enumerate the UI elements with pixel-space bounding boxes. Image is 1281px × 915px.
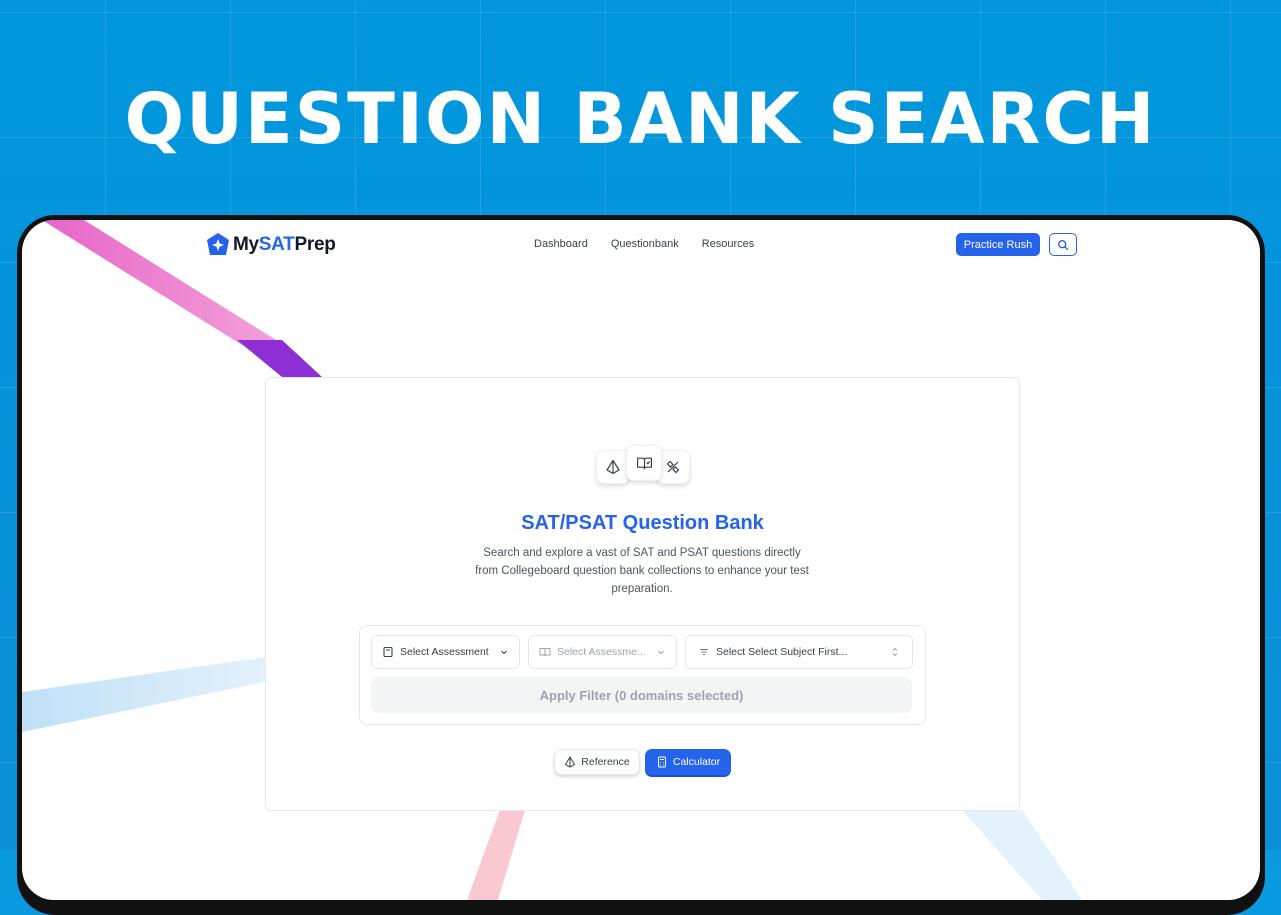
pyramid-icon <box>565 756 576 768</box>
book-check-icon <box>636 457 652 469</box>
pyramid-icon <box>606 459 620 475</box>
chevrons-up-down-icon <box>892 647 898 657</box>
question-bank-card: SAT/PSAT Question Bank Search and explor… <box>265 377 1020 811</box>
book-tile <box>626 445 662 481</box>
pyramid-tile <box>596 450 630 484</box>
app-screen: MySATPrep Dashboard Questionbank Resourc… <box>22 220 1260 900</box>
calculator-button[interactable]: Calculator <box>645 749 731 775</box>
subject-select-label: Select Assessme... <box>557 646 646 658</box>
apply-filter-button[interactable]: Apply Filter (0 domains selected) <box>371 677 912 713</box>
nav-link-dashboard[interactable]: Dashboard <box>534 238 588 250</box>
site-logo[interactable]: MySATPrep <box>205 232 336 258</box>
logo-text: MySATPrep <box>233 234 336 255</box>
search-button[interactable] <box>1049 233 1077 256</box>
logo-icon <box>207 233 229 255</box>
search-icon <box>1057 239 1069 250</box>
calculator-icon <box>657 756 666 768</box>
card-title: SAT/PSAT Question Bank <box>521 512 764 534</box>
chevron-down-icon <box>501 650 507 655</box>
notebook-icon <box>383 646 393 658</box>
practice-rush-button[interactable]: Practice Rush <box>956 233 1040 256</box>
filter-panel: Select Assessment Select Assessme... Sel… <box>359 625 926 725</box>
subject-select[interactable]: Select Assessme... <box>528 635 677 669</box>
top-navbar: MySATPrep Dashboard Questionbank Resourc… <box>22 220 1260 270</box>
domain-select[interactable]: Select Select Subject First... <box>685 635 913 669</box>
assessment-select[interactable]: Select Assessment <box>371 635 520 669</box>
chevron-down-icon <box>658 650 664 655</box>
assessment-select-label: Select Assessment <box>400 646 489 658</box>
reference-button[interactable]: Reference <box>554 749 640 775</box>
tools-icon <box>666 460 680 474</box>
nav-link-questionbank[interactable]: Questionbank <box>611 238 679 250</box>
nav-links: Dashboard Questionbank Resources <box>534 238 754 250</box>
nav-link-resources[interactable]: Resources <box>702 238 755 250</box>
domain-select-label: Select Select Subject First... <box>716 646 848 658</box>
reference-button-label: Reference <box>581 756 630 768</box>
calculator-button-label: Calculator <box>672 756 721 768</box>
filter-icon <box>700 649 708 655</box>
book-open-icon <box>539 648 551 657</box>
card-description: Search and explore a vast of SAT and PSA… <box>475 547 809 595</box>
